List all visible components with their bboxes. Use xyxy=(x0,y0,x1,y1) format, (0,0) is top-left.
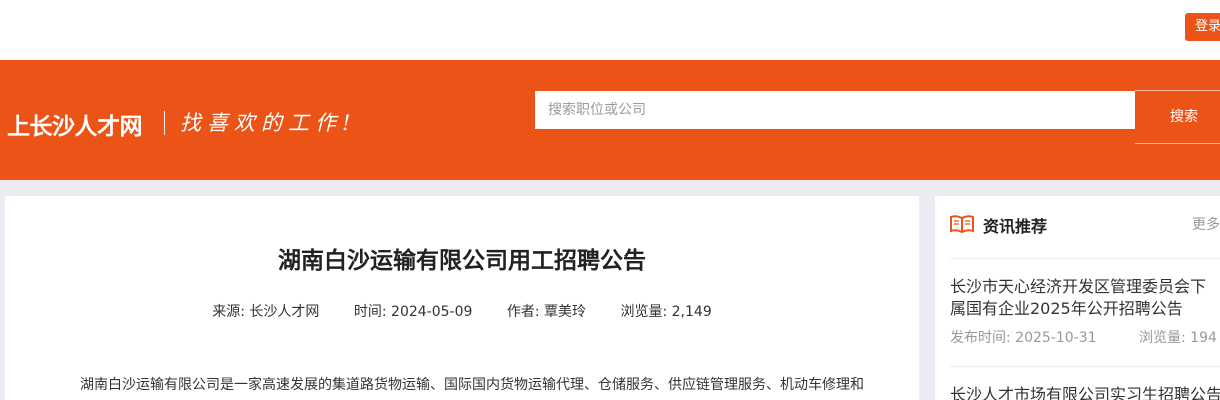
book-icon xyxy=(950,215,974,234)
divider xyxy=(950,258,1220,259)
article-title: 湖南白沙运输有限公司用工招聘公告 xyxy=(278,248,646,274)
article-time: 时间: 2024-05-09 xyxy=(353,304,473,320)
news-item-date: 发布时间: 2025-10-31 xyxy=(950,330,1097,346)
top-bar: 登录 xyxy=(0,0,1220,60)
sidebar-header: 资讯推荐 更多 xyxy=(935,196,1220,256)
more-link[interactable]: 更多 xyxy=(1192,214,1220,234)
site-header: 上长沙人才网 找喜欢的工作! 搜索 xyxy=(0,60,1220,180)
search-button[interactable]: 搜索 xyxy=(1135,90,1220,144)
news-sidebar: 资讯推荐 更多 长沙市天心经济开发区管理委员会下属国有企业2025年公开招聘公告… xyxy=(935,196,1220,400)
article-meta: 来源: 长沙人才网 时间: 2024-05-09 作者: 覃美玲 浏览量: 2,… xyxy=(5,301,919,321)
news-item-views: 浏览量: 194 xyxy=(1139,330,1217,346)
site-logo[interactable]: 上长沙人才网 xyxy=(7,107,143,141)
site-slogan: 找喜欢的工作! xyxy=(180,111,357,135)
news-item-title[interactable]: 长沙市天心经济开发区管理委员会下属国有企业2025年公开招聘公告 xyxy=(950,276,1220,320)
sidebar-title: 资讯推荐 xyxy=(983,217,1048,236)
news-item-title[interactable]: 长沙人才市场有限公司实习生招聘公告 xyxy=(950,384,1220,400)
login-button[interactable]: 登录 xyxy=(1185,13,1220,41)
article-body: 湖南白沙运输有限公司是一家高速发展的集道路货物运输、国际国内货物运输代理、仓储服… xyxy=(80,377,864,393)
search-input[interactable] xyxy=(535,91,1135,129)
article-views: 浏览量: 2,149 xyxy=(620,304,712,320)
article-panel: 湖南白沙运输有限公司用工招聘公告 来源: 长沙人才网 时间: 2024-05-0… xyxy=(5,196,919,400)
article-author: 作者: 覃美玲 xyxy=(506,304,587,320)
article-source: 来源: 长沙人才网 xyxy=(212,304,320,320)
logo-divider xyxy=(164,111,165,135)
divider xyxy=(950,366,1220,367)
